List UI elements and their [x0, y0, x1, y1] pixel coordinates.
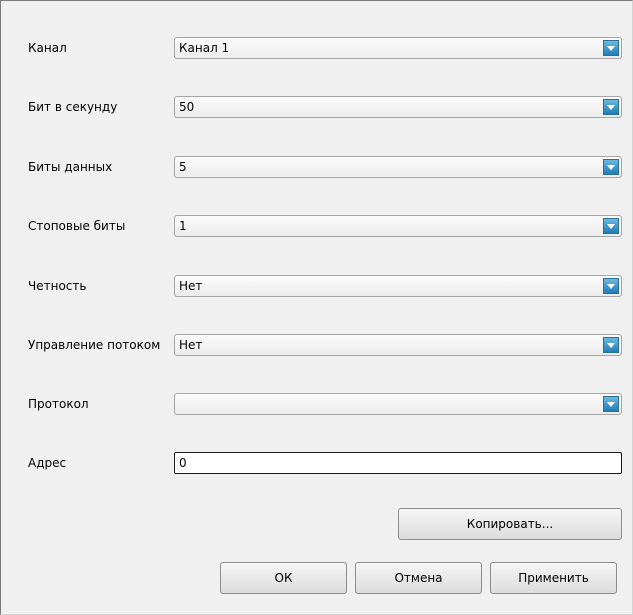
- address-input[interactable]: 0: [174, 452, 622, 474]
- flow-control-select[interactable]: Нет: [174, 334, 622, 356]
- flow-control-label: Управление потоком: [28, 338, 161, 352]
- stop-bits-value: 1: [179, 219, 187, 233]
- chevron-down-icon[interactable]: [603, 278, 619, 294]
- channel-value: Канал 1: [179, 41, 230, 55]
- protocol-label: Протокол: [28, 397, 89, 411]
- parity-label: Четность: [28, 279, 87, 293]
- chevron-down-icon[interactable]: [603, 40, 619, 56]
- stop-bits-label: Стоповые биты: [28, 219, 126, 233]
- protocol-select[interactable]: [174, 393, 622, 415]
- copy-button[interactable]: Копировать...: [398, 508, 622, 540]
- chevron-down-icon[interactable]: [603, 337, 619, 353]
- cancel-button[interactable]: Отмена: [355, 562, 482, 594]
- flow-control-value: Нет: [179, 338, 203, 352]
- apply-button[interactable]: Применить: [490, 562, 617, 594]
- baud-rate-label: Бит в секунду: [28, 100, 118, 114]
- chevron-down-icon[interactable]: [603, 218, 619, 234]
- baud-rate-value: 50: [179, 100, 195, 114]
- port-settings-dialog: Канал Канал 1 Бит в секунду 50 Биты данн…: [0, 0, 633, 615]
- baud-rate-select[interactable]: 50: [174, 96, 622, 118]
- channel-label: Канал: [28, 41, 67, 55]
- stop-bits-select[interactable]: 1: [174, 215, 622, 237]
- channel-select[interactable]: Канал 1: [174, 37, 622, 59]
- data-bits-label: Биты данных: [28, 160, 113, 174]
- chevron-down-icon[interactable]: [603, 396, 619, 412]
- data-bits-value: 5: [179, 160, 187, 174]
- address-value: 0: [179, 456, 187, 470]
- chevron-down-icon[interactable]: [603, 159, 619, 175]
- ok-button[interactable]: ОК: [220, 562, 347, 594]
- chevron-down-icon[interactable]: [603, 99, 619, 115]
- data-bits-select[interactable]: 5: [174, 156, 622, 178]
- parity-value: Нет: [179, 279, 203, 293]
- parity-select[interactable]: Нет: [174, 275, 622, 297]
- address-label: Адрес: [28, 456, 67, 470]
